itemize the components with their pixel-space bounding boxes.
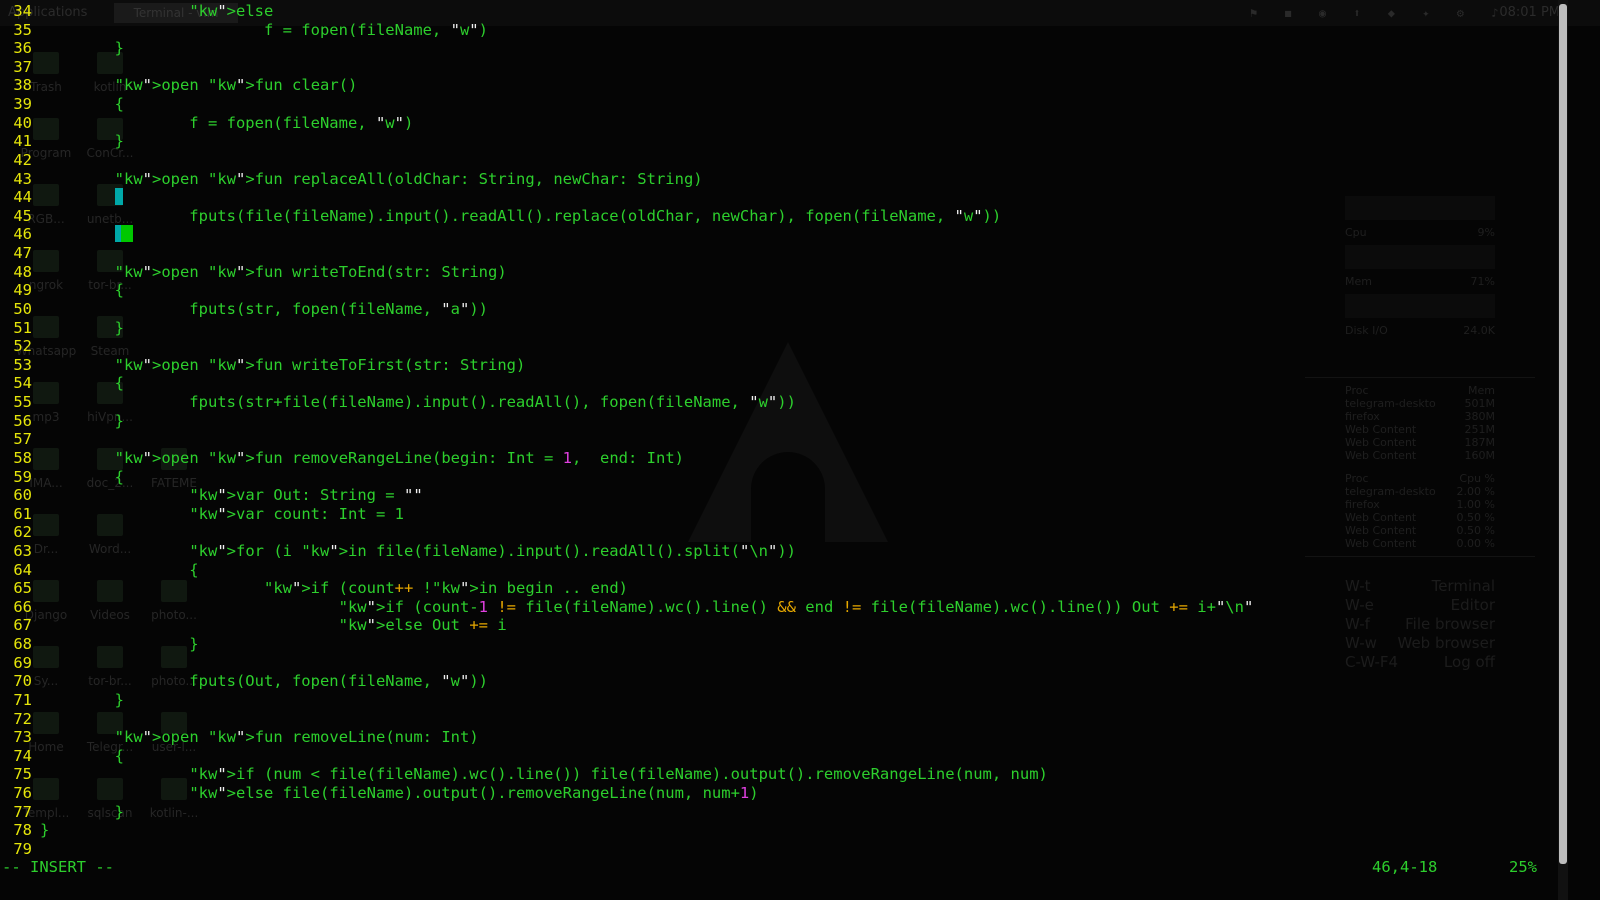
line-text[interactable]: "kw">else Out += i — [40, 616, 507, 635]
vim-status-line: -- INSERT -- 46,4-18 25% — [0, 858, 1558, 877]
line-number: 62 — [13, 523, 32, 542]
line-number: 53 — [13, 355, 32, 374]
cursor-position: 46,4-18 — [1372, 858, 1438, 876]
line-number: 66 — [13, 597, 32, 616]
line-number: 50 — [13, 299, 32, 318]
line-number: 35 — [13, 20, 32, 39]
line-number: 34 — [13, 2, 32, 20]
line-text[interactable]: } — [40, 635, 198, 654]
line-number: 38 — [13, 76, 32, 95]
line-number: 65 — [13, 579, 32, 598]
line-text[interactable]: "kw">open "kw">fun removeRangeLine(begin… — [40, 449, 684, 468]
line-text[interactable]: "kw">open "kw">fun writeToEnd(str: Strin… — [40, 263, 507, 282]
line-text[interactable]: } — [40, 821, 49, 840]
line-text[interactable]: { — [40, 281, 124, 300]
line-number: 37 — [13, 57, 32, 76]
line-text[interactable]: "kw">open "kw">fun writeToFirst(str: Str… — [40, 356, 526, 375]
line-text[interactable]: "kw">var count: Int = 1 — [40, 505, 404, 524]
line-number: 73 — [13, 728, 32, 747]
line-text[interactable]: } — [40, 319, 124, 338]
line-text[interactable]: } — [40, 691, 124, 710]
line-number: 61 — [13, 504, 32, 523]
line-text[interactable]: "kw">if (num < file(fileName).wc().line(… — [40, 765, 1048, 784]
line-number: 78 — [13, 821, 32, 840]
line-number: 77 — [13, 802, 32, 821]
line-number: 39 — [13, 95, 32, 114]
line-number: 47 — [13, 244, 32, 263]
line-number: 40 — [13, 113, 32, 132]
line-text[interactable]: "kw">var Out: String = "" — [40, 486, 422, 505]
line-number: 41 — [13, 132, 32, 151]
scroll-percent: 25% — [1509, 858, 1537, 876]
line-number: 36 — [13, 39, 32, 58]
line-number: 76 — [13, 784, 32, 803]
line-number: 60 — [13, 486, 32, 505]
line-number: 70 — [13, 672, 32, 691]
line-number: 42 — [13, 150, 32, 169]
line-number: 45 — [13, 206, 32, 225]
line-number: 55 — [13, 393, 32, 412]
mode-indicator: -- INSERT -- — [2, 858, 114, 876]
line-number: 69 — [13, 653, 32, 672]
line-number: 52 — [13, 337, 32, 356]
text-cursor-marker — [114, 188, 123, 206]
line-number: 49 — [13, 281, 32, 300]
line-number: 71 — [13, 690, 32, 709]
line-number: 72 — [13, 709, 32, 728]
line-number: 54 — [13, 374, 32, 393]
line-text[interactable]: fputs(str+file(fileName).input().readAll… — [40, 393, 796, 412]
line-text[interactable]: "kw">open "kw">fun replaceAll(oldChar: S… — [40, 170, 703, 189]
line-number: 74 — [13, 746, 32, 765]
line-text[interactable]: } — [40, 412, 124, 431]
line-text[interactable] — [40, 188, 123, 207]
line-text[interactable]: } — [40, 803, 124, 822]
line-number: 59 — [13, 467, 32, 486]
text-cursor — [114, 225, 133, 243]
line-text[interactable]: "kw">else — [40, 2, 273, 21]
line-text[interactable]: "kw">if (count-1 != file(fileName).wc().… — [40, 598, 1254, 617]
line-text[interactable]: "kw">open "kw">fun clear() — [40, 76, 358, 95]
line-text[interactable]: } — [40, 132, 124, 151]
line-number: 63 — [13, 541, 32, 560]
line-text[interactable]: "kw">else file(fileName).output().remove… — [40, 784, 758, 803]
line-number: 48 — [13, 262, 32, 281]
line-number: 56 — [13, 411, 32, 430]
line-number: 67 — [13, 616, 32, 635]
line-text[interactable]: "kw">for (i "kw">in file(fileName).input… — [40, 542, 796, 561]
vim-editor[interactable]: 34 "kw">else 35 f = fopen(fileName, "w") 3… — [0, 0, 1558, 900]
line-number: 51 — [13, 318, 32, 337]
line-text[interactable]: f = fopen(fileName, "w") — [40, 21, 488, 40]
line-number: 58 — [13, 448, 32, 467]
line-text[interactable]: fputs(Out, fopen(fileName, "w")) — [40, 672, 488, 691]
line-number: 46 — [13, 225, 32, 244]
line-number: 79 — [13, 839, 32, 858]
line-text[interactable]: fputs(file(fileName).input().readAll().r… — [40, 207, 1001, 226]
line-number: 68 — [13, 635, 32, 654]
line-text[interactable]: "kw">open "kw">fun removeLine(num: Int) — [40, 728, 479, 747]
line-text[interactable]: } — [40, 39, 124, 58]
line-text[interactable]: { — [40, 95, 124, 114]
line-text[interactable]: "kw">if (count++ !"kw">in begin .. end) — [40, 579, 628, 598]
line-number: 64 — [13, 560, 32, 579]
line-number: 75 — [13, 765, 32, 784]
line-text[interactable]: f = fopen(fileName, "w") — [40, 114, 413, 133]
line-number: 44 — [13, 188, 32, 207]
line-text[interactable]: fputs(str, fopen(fileName, "a")) — [40, 300, 488, 319]
terminal-scrollbar-thumb[interactable] — [1559, 4, 1567, 864]
line-text[interactable]: { — [40, 374, 124, 393]
line-text[interactable]: { — [40, 561, 198, 580]
line-text[interactable]: { — [40, 468, 124, 487]
line-number: 57 — [13, 430, 32, 449]
line-text[interactable] — [40, 225, 133, 244]
line-text[interactable]: { — [40, 747, 124, 766]
line-number: 43 — [13, 169, 32, 188]
